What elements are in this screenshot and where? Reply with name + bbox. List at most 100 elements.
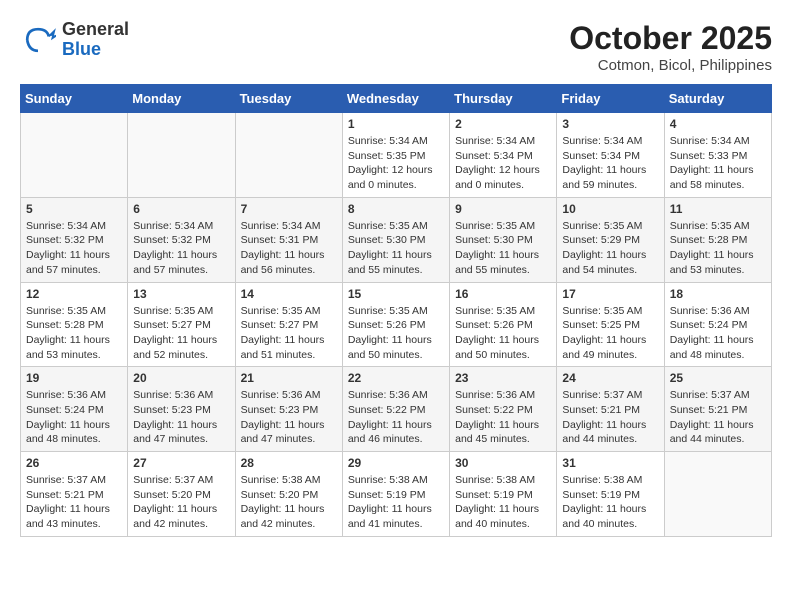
calendar-cell: 25 Sunrise: 5:37 AM Sunset: 5:21 PM Dayli… — [664, 367, 771, 452]
day-info: Sunrise: 5:37 AM Sunset: 5:21 PM Dayligh… — [562, 388, 658, 447]
calendar-cell: 8 Sunrise: 5:35 AM Sunset: 5:30 PM Daylig… — [342, 197, 449, 282]
day-number: 26 — [26, 456, 122, 470]
calendar-cell: 23 Sunrise: 5:36 AM Sunset: 5:22 PM Dayli… — [450, 367, 557, 452]
calendar-week-2: 5 Sunrise: 5:34 AM Sunset: 5:32 PM Daylig… — [21, 197, 772, 282]
calendar-cell: 12 Sunrise: 5:35 AM Sunset: 5:28 PM Dayli… — [21, 282, 128, 367]
calendar-cell: 14 Sunrise: 5:35 AM Sunset: 5:27 PM Dayli… — [235, 282, 342, 367]
day-number: 16 — [455, 287, 551, 301]
day-info: Sunrise: 5:35 AM Sunset: 5:29 PM Dayligh… — [562, 219, 658, 278]
day-info: Sunrise: 5:35 AM Sunset: 5:30 PM Dayligh… — [348, 219, 444, 278]
day-info: Sunrise: 5:37 AM Sunset: 5:20 PM Dayligh… — [133, 473, 229, 532]
day-number: 22 — [348, 371, 444, 385]
day-number: 27 — [133, 456, 229, 470]
day-info: Sunrise: 5:36 AM Sunset: 5:24 PM Dayligh… — [26, 388, 122, 447]
calendar-cell: 5 Sunrise: 5:34 AM Sunset: 5:32 PM Daylig… — [21, 197, 128, 282]
day-number: 13 — [133, 287, 229, 301]
day-number: 29 — [348, 456, 444, 470]
weekday-header-friday: Friday — [557, 85, 664, 113]
month-title: October 2025 — [569, 20, 772, 57]
day-info: Sunrise: 5:36 AM Sunset: 5:22 PM Dayligh… — [455, 388, 551, 447]
day-info: Sunrise: 5:34 AM Sunset: 5:33 PM Dayligh… — [670, 134, 766, 193]
day-info: Sunrise: 5:35 AM Sunset: 5:28 PM Dayligh… — [26, 304, 122, 363]
day-number: 4 — [670, 117, 766, 131]
day-number: 25 — [670, 371, 766, 385]
day-number: 1 — [348, 117, 444, 131]
logo-general: General — [62, 19, 129, 39]
day-info: Sunrise: 5:34 AM Sunset: 5:35 PM Dayligh… — [348, 134, 444, 193]
calendar-cell — [21, 113, 128, 198]
day-info: Sunrise: 5:36 AM Sunset: 5:23 PM Dayligh… — [133, 388, 229, 447]
logo-icon — [20, 22, 56, 58]
weekday-header-sunday: Sunday — [21, 85, 128, 113]
calendar-cell: 21 Sunrise: 5:36 AM Sunset: 5:23 PM Dayli… — [235, 367, 342, 452]
day-info: Sunrise: 5:38 AM Sunset: 5:19 PM Dayligh… — [455, 473, 551, 532]
day-number: 8 — [348, 202, 444, 216]
day-number: 18 — [670, 287, 766, 301]
day-info: Sunrise: 5:35 AM Sunset: 5:27 PM Dayligh… — [241, 304, 337, 363]
calendar-cell: 15Sunrise: 5:35 AM Sunset: 5:26 PM Dayli… — [342, 282, 449, 367]
day-info: Sunrise: 5:34 AM Sunset: 5:32 PM Dayligh… — [26, 219, 122, 278]
day-info: Sunrise: 5:36 AM Sunset: 5:23 PM Dayligh… — [241, 388, 337, 447]
day-info: Sunrise: 5:35 AM Sunset: 5:25 PM Dayligh… — [562, 304, 658, 363]
day-number: 31 — [562, 456, 658, 470]
day-number: 9 — [455, 202, 551, 216]
day-info: Sunrise: 5:37 AM Sunset: 5:21 PM Dayligh… — [670, 388, 766, 447]
day-number: 24 — [562, 371, 658, 385]
logo: General Blue — [20, 20, 129, 60]
logo-blue: Blue — [62, 39, 101, 59]
day-number: 28 — [241, 456, 337, 470]
calendar-week-1: 1 Sunrise: 5:34 AM Sunset: 5:35 PM Daylig… — [21, 113, 772, 198]
calendar-cell: 17Sunrise: 5:35 AM Sunset: 5:25 PM Dayli… — [557, 282, 664, 367]
day-number: 19 — [26, 371, 122, 385]
weekday-header-saturday: Saturday — [664, 85, 771, 113]
calendar-cell: 16 Sunrise: 5:35 AM Sunset: 5:26 PM Dayli… — [450, 282, 557, 367]
title-block: October 2025 Cotmon, Bicol, Philippines — [569, 20, 772, 74]
day-info: Sunrise: 5:34 AM Sunset: 5:32 PM Dayligh… — [133, 219, 229, 278]
calendar-cell: 18 Sunrise: 5:36 AM Sunset: 5:24 PM Dayli… — [664, 282, 771, 367]
day-number: 11 — [670, 202, 766, 216]
calendar-cell: 2 Sunrise: 5:34 AM Sunset: 5:34 PM Daylig… — [450, 113, 557, 198]
calendar-week-4: 19 Sunrise: 5:36 AM Sunset: 5:24 PM Dayli… — [21, 367, 772, 452]
day-number: 5 — [26, 202, 122, 216]
day-number: 30 — [455, 456, 551, 470]
day-number: 23 — [455, 371, 551, 385]
day-info: Sunrise: 5:34 AM Sunset: 5:34 PM Dayligh… — [455, 134, 551, 193]
day-info: Sunrise: 5:36 AM Sunset: 5:24 PM Dayligh… — [670, 304, 766, 363]
calendar-cell: 24 Sunrise: 5:37 AM Sunset: 5:21 PM Dayli… — [557, 367, 664, 452]
calendar-cell: 4 Sunrise: 5:34 AM Sunset: 5:33 PM Daylig… — [664, 113, 771, 198]
day-number: 20 — [133, 371, 229, 385]
day-info: Sunrise: 5:38 AM Sunset: 5:19 PM Dayligh… — [562, 473, 658, 532]
logo-text: General Blue — [62, 20, 129, 60]
calendar-cell: 7 Sunrise: 5:34 AM Sunset: 5:31 PM Daylig… — [235, 197, 342, 282]
day-info: Sunrise: 5:34 AM Sunset: 5:31 PM Dayligh… — [241, 219, 337, 278]
day-info: Sunrise: 5:35 AM Sunset: 5:30 PM Dayligh… — [455, 219, 551, 278]
calendar-cell: 31 Sunrise: 5:38 AM Sunset: 5:19 PM Dayli… — [557, 452, 664, 537]
weekday-header-thursday: Thursday — [450, 85, 557, 113]
day-info: Sunrise: 5:35 AM Sunset: 5:26 PM Dayligh… — [348, 304, 444, 363]
page-header: General Blue October 2025 Cotmon, Bicol,… — [20, 20, 772, 74]
calendar-cell: 28 Sunrise: 5:38 AM Sunset: 5:20 PM Dayli… — [235, 452, 342, 537]
day-number: 2 — [455, 117, 551, 131]
day-number: 21 — [241, 371, 337, 385]
day-number: 7 — [241, 202, 337, 216]
calendar-week-5: 26 Sunrise: 5:37 AM Sunset: 5:21 PM Dayli… — [21, 452, 772, 537]
calendar-cell: 6 Sunrise: 5:34 AM Sunset: 5:32 PM Daylig… — [128, 197, 235, 282]
day-info: Sunrise: 5:35 AM Sunset: 5:26 PM Dayligh… — [455, 304, 551, 363]
day-number: 12 — [26, 287, 122, 301]
calendar-cell: 9 Sunrise: 5:35 AM Sunset: 5:30 PM Daylig… — [450, 197, 557, 282]
day-info: Sunrise: 5:35 AM Sunset: 5:28 PM Dayligh… — [670, 219, 766, 278]
day-number: 6 — [133, 202, 229, 216]
calendar-cell: 3Sunrise: 5:34 AM Sunset: 5:34 PM Daylig… — [557, 113, 664, 198]
calendar-cell: 30 Sunrise: 5:38 AM Sunset: 5:19 PM Dayli… — [450, 452, 557, 537]
day-number: 14 — [241, 287, 337, 301]
calendar-week-3: 12 Sunrise: 5:35 AM Sunset: 5:28 PM Dayli… — [21, 282, 772, 367]
day-number: 10 — [562, 202, 658, 216]
calendar-cell: 11 Sunrise: 5:35 AM Sunset: 5:28 PM Dayli… — [664, 197, 771, 282]
calendar-cell: 1 Sunrise: 5:34 AM Sunset: 5:35 PM Daylig… — [342, 113, 449, 198]
day-info: Sunrise: 5:36 AM Sunset: 5:22 PM Dayligh… — [348, 388, 444, 447]
day-info: Sunrise: 5:35 AM Sunset: 5:27 PM Dayligh… — [133, 304, 229, 363]
day-info: Sunrise: 5:38 AM Sunset: 5:19 PM Dayligh… — [348, 473, 444, 532]
day-info: Sunrise: 5:38 AM Sunset: 5:20 PM Dayligh… — [241, 473, 337, 532]
calendar-cell: 26 Sunrise: 5:37 AM Sunset: 5:21 PM Dayli… — [21, 452, 128, 537]
day-info: Sunrise: 5:37 AM Sunset: 5:21 PM Dayligh… — [26, 473, 122, 532]
